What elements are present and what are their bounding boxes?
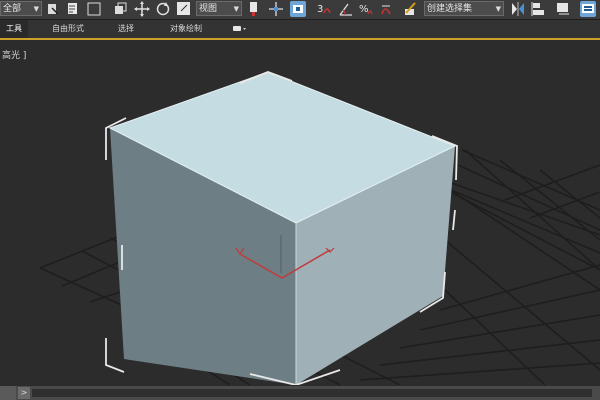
tab-selection[interactable]: 选择 xyxy=(118,20,134,38)
ribbon-options-icon[interactable] xyxy=(230,21,246,37)
scale-icon[interactable] xyxy=(176,1,192,17)
chevron-down-icon: ▼ xyxy=(495,5,501,13)
chevron-down-icon: ▼ xyxy=(33,5,39,13)
window-crossing-icon[interactable] xyxy=(112,1,128,17)
scene-render xyxy=(39,71,600,385)
keyboard-shortcut-override-icon[interactable] xyxy=(290,1,306,17)
mirror-icon[interactable] xyxy=(510,1,526,17)
ribbon-tabs: 工具 自由形式 选择 对象绘制 xyxy=(0,20,600,40)
percent-snap-icon[interactable]: % xyxy=(358,1,374,17)
named-selection-value: 创建选择集 xyxy=(427,4,473,14)
align-icon[interactable] xyxy=(531,1,547,17)
svg-text:3: 3 xyxy=(317,4,323,15)
named-selection-dropdown[interactable]: 创建选择集 ▼ xyxy=(424,1,504,16)
select-manipulate-icon[interactable] xyxy=(268,1,284,17)
pivot-center-icon[interactable] xyxy=(246,1,262,17)
time-slider: > xyxy=(0,386,600,400)
selection-filter-dropdown[interactable]: 全部 ▼ xyxy=(0,1,42,16)
layer-manager-icon[interactable] xyxy=(555,1,571,17)
scroll-right-button[interactable]: > xyxy=(18,387,30,399)
tab-freeform[interactable]: 自由形式 xyxy=(52,20,84,38)
select-by-name-icon[interactable] xyxy=(65,1,81,17)
rectangular-selection-icon[interactable] xyxy=(86,1,102,17)
reference-coordinate-dropdown[interactable]: 视图 ▼ xyxy=(196,1,242,16)
time-slider-left-panel xyxy=(0,386,16,400)
graphite-ribbon-icon[interactable] xyxy=(580,1,596,17)
svg-text:%: % xyxy=(359,4,369,15)
tab-tools[interactable]: 工具 xyxy=(0,20,28,38)
edit-named-selection-icon[interactable] xyxy=(402,1,418,17)
main-toolbar: 全部 ▼ 视图 ▼ 3 % 创建选择集 ▼ xyxy=(0,0,600,20)
spinner-snap-icon[interactable] xyxy=(378,1,394,17)
perspective-viewport[interactable]: 高光 ] xyxy=(0,40,600,385)
snaps-toggle-icon[interactable]: 3 xyxy=(316,1,332,17)
angle-snap-icon[interactable] xyxy=(338,1,354,17)
time-slider-track[interactable] xyxy=(32,389,592,397)
reference-coordinate-value: 视图 xyxy=(199,4,218,14)
chevron-down-icon: ▼ xyxy=(233,5,239,13)
rotate-icon[interactable] xyxy=(155,1,171,17)
selection-filter-value: 全部 xyxy=(3,4,22,14)
move-icon[interactable] xyxy=(134,1,150,17)
select-object-icon[interactable] xyxy=(45,1,61,17)
tab-object-paint[interactable]: 对象绘制 xyxy=(170,20,202,38)
